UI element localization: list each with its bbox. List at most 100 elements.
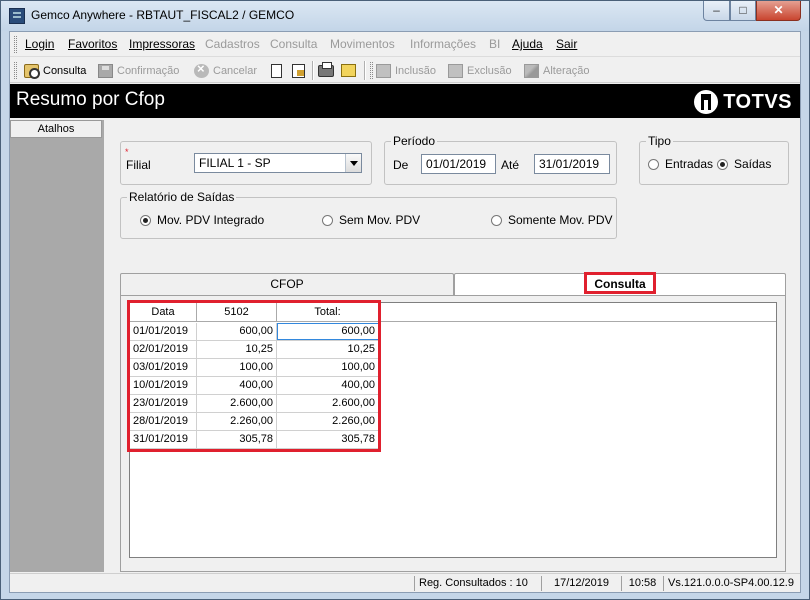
new-document-button[interactable] (271, 62, 286, 79)
cell-total[interactable]: 2.600,00 (277, 395, 379, 412)
tipo-group: Tipo Entradas Saídas (639, 134, 789, 185)
table-row[interactable]: 28/01/2019 2.260,00 2.260,00 (130, 413, 380, 431)
screen-header: Resumo por Cfop TOTVS (10, 84, 800, 118)
export-button[interactable] (341, 62, 360, 79)
printer-icon (318, 61, 334, 77)
consulta-tab-panel: Data 5102 Total: 01/01/2019 600,00 600,0… (120, 295, 786, 572)
cell-data[interactable]: 28/01/2019 (130, 413, 197, 430)
cell-5102[interactable]: 305,78 (197, 431, 277, 448)
cell-5102[interactable]: 100,00 (197, 359, 277, 376)
cell-data[interactable]: 03/01/2019 (130, 359, 197, 376)
chevron-down-icon[interactable] (345, 154, 361, 172)
column-header-total[interactable]: Total: (277, 303, 379, 321)
tab-consulta[interactable]: Consulta (454, 273, 786, 295)
tab-cfop[interactable]: CFOP (120, 273, 454, 295)
cell-total[interactable]: 305,78 (277, 431, 379, 448)
brand-logo: TOTVS (694, 90, 792, 114)
menu-consulta[interactable]: Consulta (270, 37, 317, 51)
cell-5102[interactable]: 400,00 (197, 377, 277, 394)
cell-data[interactable]: 10/01/2019 (130, 377, 197, 394)
inclusao-button[interactable]: Inclusão (376, 62, 436, 79)
tipo-entradas-radio[interactable]: Entradas (648, 157, 713, 171)
status-time: 10:58 (621, 576, 663, 591)
de-label: De (393, 158, 409, 172)
totvs-logo-icon (694, 90, 719, 114)
cell-data[interactable]: 23/01/2019 (130, 395, 197, 412)
tipo-saidas-radio[interactable]: Saídas (717, 157, 771, 171)
cell-5102[interactable]: 600,00 (197, 323, 277, 340)
table-row[interactable]: 02/01/2019 10,25 10,25 (130, 341, 380, 359)
maximize-button[interactable]: □ (730, 1, 756, 21)
records-count: Reg. Consultados : 10 (414, 576, 541, 591)
client-area: Login Favoritos Impressoras Cadastros Co… (9, 31, 801, 593)
cell-5102[interactable]: 2.600,00 (197, 395, 277, 412)
menu-favoritos[interactable]: Favoritos (68, 37, 117, 51)
cell-total[interactable]: 600,00 (277, 323, 379, 340)
table-row[interactable]: 10/01/2019 400,00 400,00 (130, 377, 380, 395)
radio-off-icon (491, 214, 502, 226)
radio-on-icon (140, 214, 151, 226)
consulta-button[interactable]: Consulta (24, 62, 86, 79)
filial-group: * Filial FILIAL 1 - SP (120, 141, 372, 185)
menu-cadastros[interactable]: Cadastros (205, 37, 260, 51)
ate-label: Até (501, 158, 520, 172)
table-row[interactable]: 01/01/2019 600,00 600,00 (130, 323, 380, 341)
date-to-field[interactable]: 31/01/2019 (534, 154, 610, 174)
app-icon (9, 8, 25, 24)
window-title: Gemco Anywhere - RBTAUT_FISCAL2 / GEMCO (31, 8, 295, 22)
exclusao-button[interactable]: Exclusão (448, 62, 512, 79)
toolbar-grip[interactable] (14, 62, 17, 79)
cell-data[interactable]: 02/01/2019 (130, 341, 197, 358)
column-header-5102[interactable]: 5102 (197, 303, 277, 321)
table-row[interactable]: 23/01/2019 2.600,00 2.600,00 (130, 395, 380, 413)
brand-name: TOTVS (723, 90, 792, 113)
menu-informacoes[interactable]: Informações (410, 37, 476, 51)
column-header-data[interactable]: Data (130, 303, 197, 321)
cell-data[interactable]: 31/01/2019 (130, 431, 197, 448)
document-folder-icon (292, 63, 305, 78)
table-row[interactable]: 31/01/2019 305,78 305,78 (130, 431, 380, 449)
filial-select[interactable]: FILIAL 1 - SP (194, 153, 362, 173)
open-document-button[interactable] (292, 62, 309, 79)
somente-mov-pdv-radio[interactable]: Somente Mov. PDV (491, 213, 612, 227)
cell-total[interactable]: 400,00 (277, 377, 379, 394)
menu-impressoras[interactable]: Impressoras (129, 37, 195, 51)
close-button[interactable]: ✕ (756, 1, 801, 21)
cell-total[interactable]: 2.260,00 (277, 413, 379, 430)
cell-total[interactable]: 10,25 (277, 341, 379, 358)
menu-grip[interactable] (14, 36, 17, 53)
relatorio-group: Relatório de Saídas Mov. PDV Integrado S… (120, 190, 617, 239)
relatorio-legend: Relatório de Saídas (127, 190, 237, 204)
results-grid[interactable]: Data 5102 Total: 01/01/2019 600,00 600,0… (127, 300, 777, 558)
toolbar-separator (312, 61, 314, 80)
atalhos-button[interactable]: Atalhos (10, 120, 102, 138)
menu-movimentos[interactable]: Movimentos (330, 37, 395, 51)
confirmacao-button[interactable]: Confirmação (98, 62, 179, 79)
cell-total[interactable]: 100,00 (277, 359, 379, 376)
menu-sair[interactable]: Sair (556, 37, 577, 51)
tipo-legend: Tipo (646, 134, 673, 148)
mov-pdv-integrado-radio[interactable]: Mov. PDV Integrado (140, 213, 264, 227)
cell-data[interactable]: 01/01/2019 (130, 323, 197, 340)
title-bar[interactable]: Gemco Anywhere - RBTAUT_FISCAL2 / GEMCO … (1, 1, 809, 31)
cell-5102[interactable]: 2.260,00 (197, 413, 277, 430)
minimize-button[interactable]: – (703, 1, 730, 21)
sem-mov-pdv-radio[interactable]: Sem Mov. PDV (322, 213, 420, 227)
table-row[interactable]: 03/01/2019 100,00 100,00 (130, 359, 380, 377)
main-panel: * Filial FILIAL 1 - SP Período De 01/01/… (105, 120, 800, 572)
print-button[interactable] (318, 61, 338, 79)
required-marker: * (125, 147, 129, 157)
search-folder-icon (24, 63, 40, 79)
menu-bi[interactable]: BI (489, 37, 500, 51)
cell-5102[interactable]: 10,25 (197, 341, 277, 358)
menu-ajuda[interactable]: Ajuda (512, 37, 543, 51)
edit-record-icon (524, 63, 539, 78)
toolbar-grip[interactable] (370, 62, 373, 79)
cancelar-button[interactable]: Cancelar (194, 61, 257, 79)
toolbar-separator (364, 61, 366, 80)
periodo-group: Período De 01/01/2019 Até 31/01/2019 (384, 134, 617, 185)
document-icon (271, 63, 282, 78)
menu-login[interactable]: Login (25, 37, 54, 51)
alteracao-button[interactable]: Alteração (524, 62, 589, 79)
date-from-field[interactable]: 01/01/2019 (421, 154, 496, 174)
